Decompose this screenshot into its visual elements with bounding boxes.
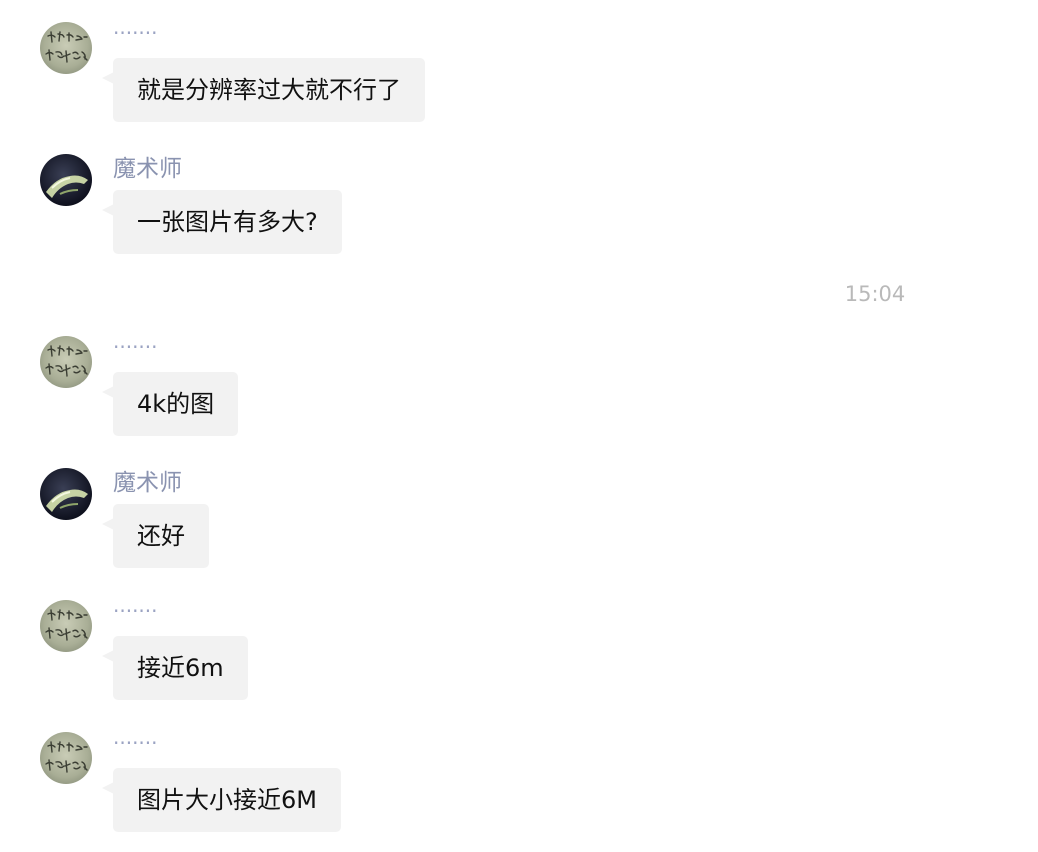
timestamp: 15:04: [844, 282, 906, 306]
message-bubble[interactable]: 一张图片有多大?: [113, 190, 342, 254]
message-bubble[interactable]: 4k的图: [113, 372, 239, 436]
magician-avatar[interactable]: [40, 154, 92, 206]
sender-name: ·······: [113, 335, 158, 359]
message-bubble[interactable]: 接近6m: [113, 636, 248, 700]
sender-name: 魔术师: [113, 470, 182, 496]
calligraphy-avatar[interactable]: [40, 732, 92, 784]
calligraphy-avatar[interactable]: [40, 600, 92, 652]
calligraphy-avatar[interactable]: [40, 336, 92, 388]
sender-name: ·······: [113, 731, 158, 755]
message-bubble[interactable]: 就是分辨率过大就不行了: [113, 58, 425, 122]
calligraphy-avatar[interactable]: [40, 22, 92, 74]
message-bubble[interactable]: 还好: [113, 504, 209, 568]
sender-name: ·······: [113, 21, 158, 45]
magician-avatar[interactable]: [40, 468, 92, 520]
message-bubble[interactable]: 图片大小接近6M: [113, 768, 341, 832]
chat-area: ······· 就是分辨率过大就不行了 魔术师 一张图片有多大? 15:04 ·…: [0, 0, 1038, 852]
sender-name: ·······: [113, 599, 158, 623]
sender-name: 魔术师: [113, 156, 182, 182]
